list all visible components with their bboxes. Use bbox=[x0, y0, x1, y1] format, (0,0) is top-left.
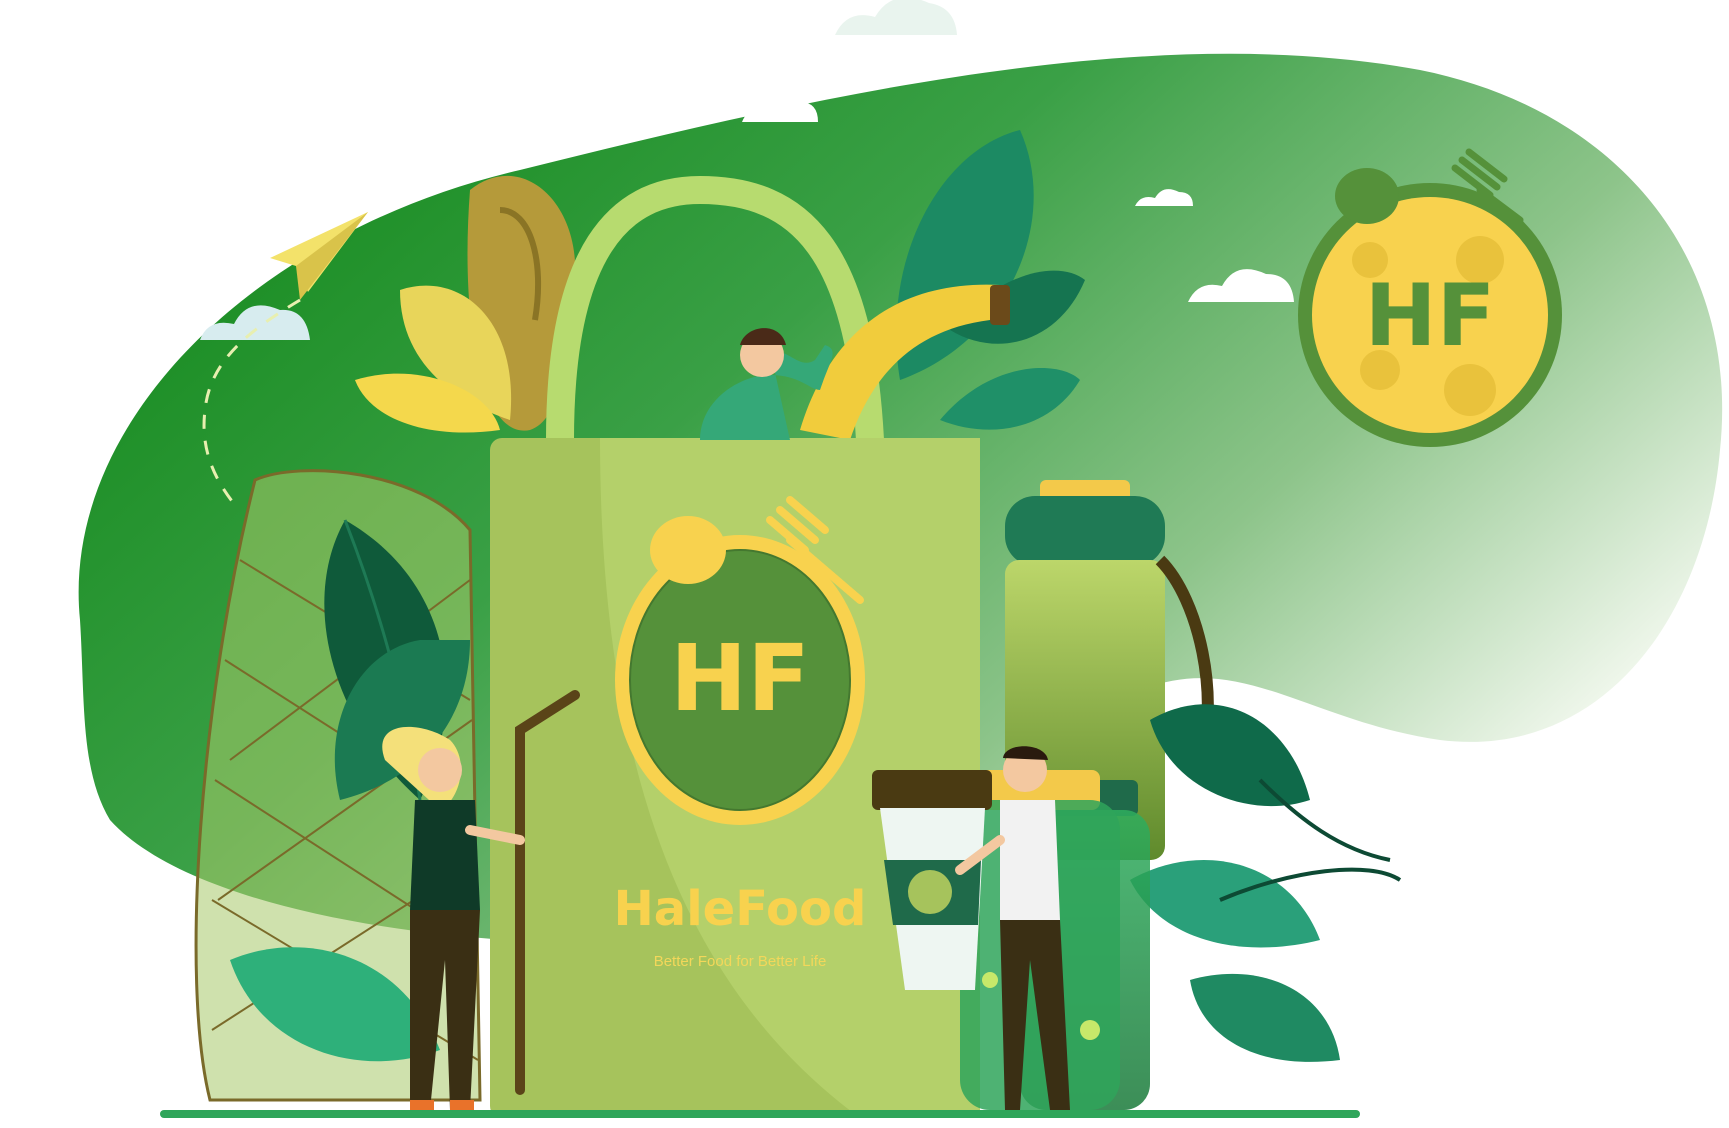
brand-name: HaleFood bbox=[614, 881, 867, 937]
spoon-icon bbox=[1335, 168, 1399, 224]
brand-tagline: Better Food for Better Life bbox=[654, 953, 827, 970]
ground-line bbox=[160, 1110, 1360, 1118]
spoon-icon bbox=[650, 516, 726, 584]
logo-monogram: HF bbox=[670, 625, 810, 732]
cloud-icon bbox=[742, 97, 818, 122]
badge-monogram: HF bbox=[1365, 266, 1496, 366]
leaf bbox=[1130, 704, 1402, 1062]
halefood-illustration: HF HaleFood Better Food for Better Life bbox=[78, 0, 1723, 1118]
cloud-icon bbox=[835, 0, 957, 35]
